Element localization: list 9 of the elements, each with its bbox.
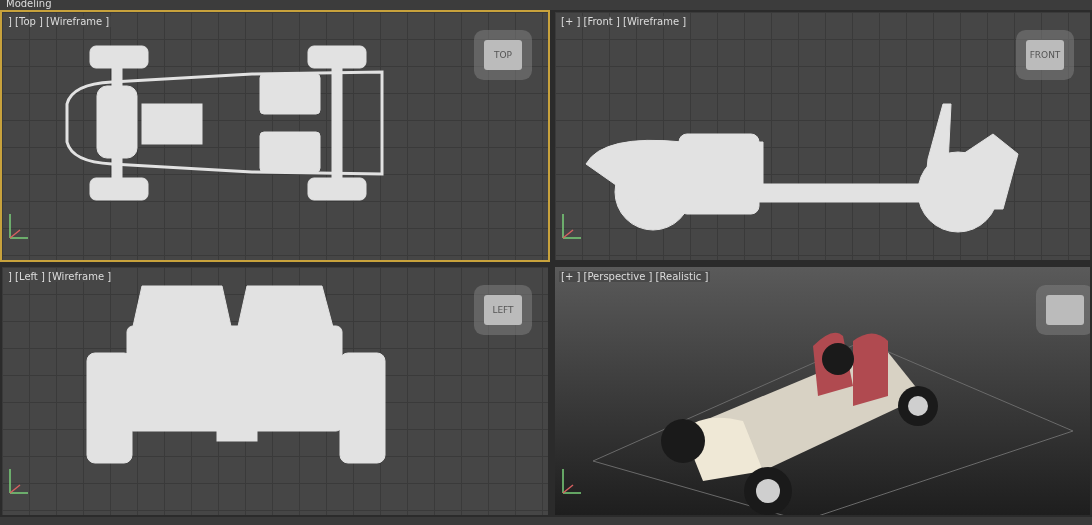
viewport-label[interactable]: ] [Top ] [Wireframe ] bbox=[6, 16, 112, 27]
viewport-label[interactable]: [+ ] [Front ] [Wireframe ] bbox=[559, 16, 689, 27]
viewport-label[interactable]: ] [Left ] [Wireframe ] bbox=[6, 271, 114, 282]
viewport-label[interactable]: [+ ] [Perspective ] [Realistic ] bbox=[559, 271, 711, 282]
viewcube[interactable] bbox=[1046, 295, 1084, 325]
viewcube[interactable]: FRONT bbox=[1026, 40, 1064, 70]
viewcube[interactable]: TOP bbox=[484, 40, 522, 70]
viewcube[interactable]: LEFT bbox=[484, 295, 522, 325]
ribbon-tab-label[interactable]: Modeling bbox=[6, 0, 52, 9]
